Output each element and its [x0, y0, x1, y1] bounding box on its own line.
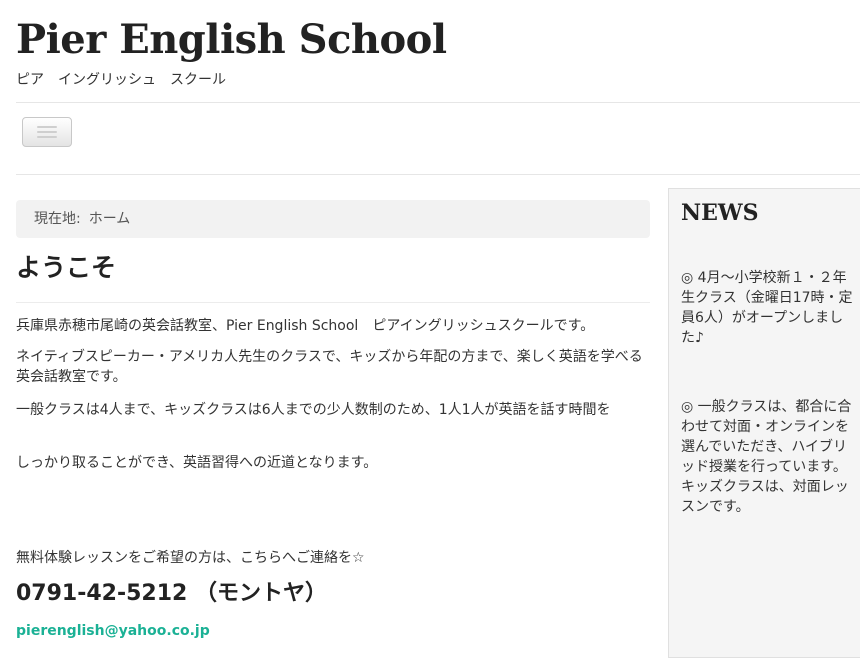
email-link[interactable]: pierenglish@yahoo.co.jp — [16, 621, 210, 641]
class-description-paragraph: ネイティブスピーカー・アメリカ人先生のクラスで、キッズから年配の方まで、楽しく英… — [16, 349, 643, 385]
header-divider — [16, 102, 860, 103]
site-subtitle: ピア イングリッシュ スクール — [16, 72, 226, 88]
news-item: ◎ 4月～小学校新１・２年生クラス（金曜日17時・定員6人）がオープンしました♪ — [681, 270, 853, 346]
breadcrumb-label: 現在地: — [34, 211, 81, 227]
menu-toggle-button[interactable] — [22, 117, 72, 147]
benefit-paragraph: しっかり取ることができ、英語習得への近道となります。 — [16, 455, 378, 471]
site-title[interactable]: Pier English School — [16, 12, 447, 68]
contact-lead: 無料体験レッスンをご希望の方は、こちらへご連絡を☆ — [16, 550, 365, 566]
class-size-paragraph: 一般クラスは4人まで、キッズクラスは6人までの少人数制のため、1人1人が英語を話… — [16, 402, 611, 418]
nav-divider — [16, 174, 860, 175]
breadcrumb-current: ホーム — [88, 211, 131, 227]
page-title: ようこそ — [16, 253, 117, 282]
news-title: NEWS — [681, 200, 759, 226]
title-divider — [16, 302, 650, 303]
news-item: ◎ 一般クラスは、都合に合わせて対面・オンラインを選んでいただき、ハイブリッド授… — [681, 399, 852, 515]
phone-number: 0791-42-5212 （モントヤ） — [16, 581, 327, 606]
intro-paragraph: 兵庫県赤穂市尾崎の英会話教室、Pier English School ピアイング… — [16, 318, 595, 334]
breadcrumb: 現在地: ホーム — [16, 200, 650, 238]
news-sidebar: NEWS ◎ 4月～小学校新１・２年生クラス（金曜日17時・定員6人）がオープン… — [668, 188, 860, 658]
